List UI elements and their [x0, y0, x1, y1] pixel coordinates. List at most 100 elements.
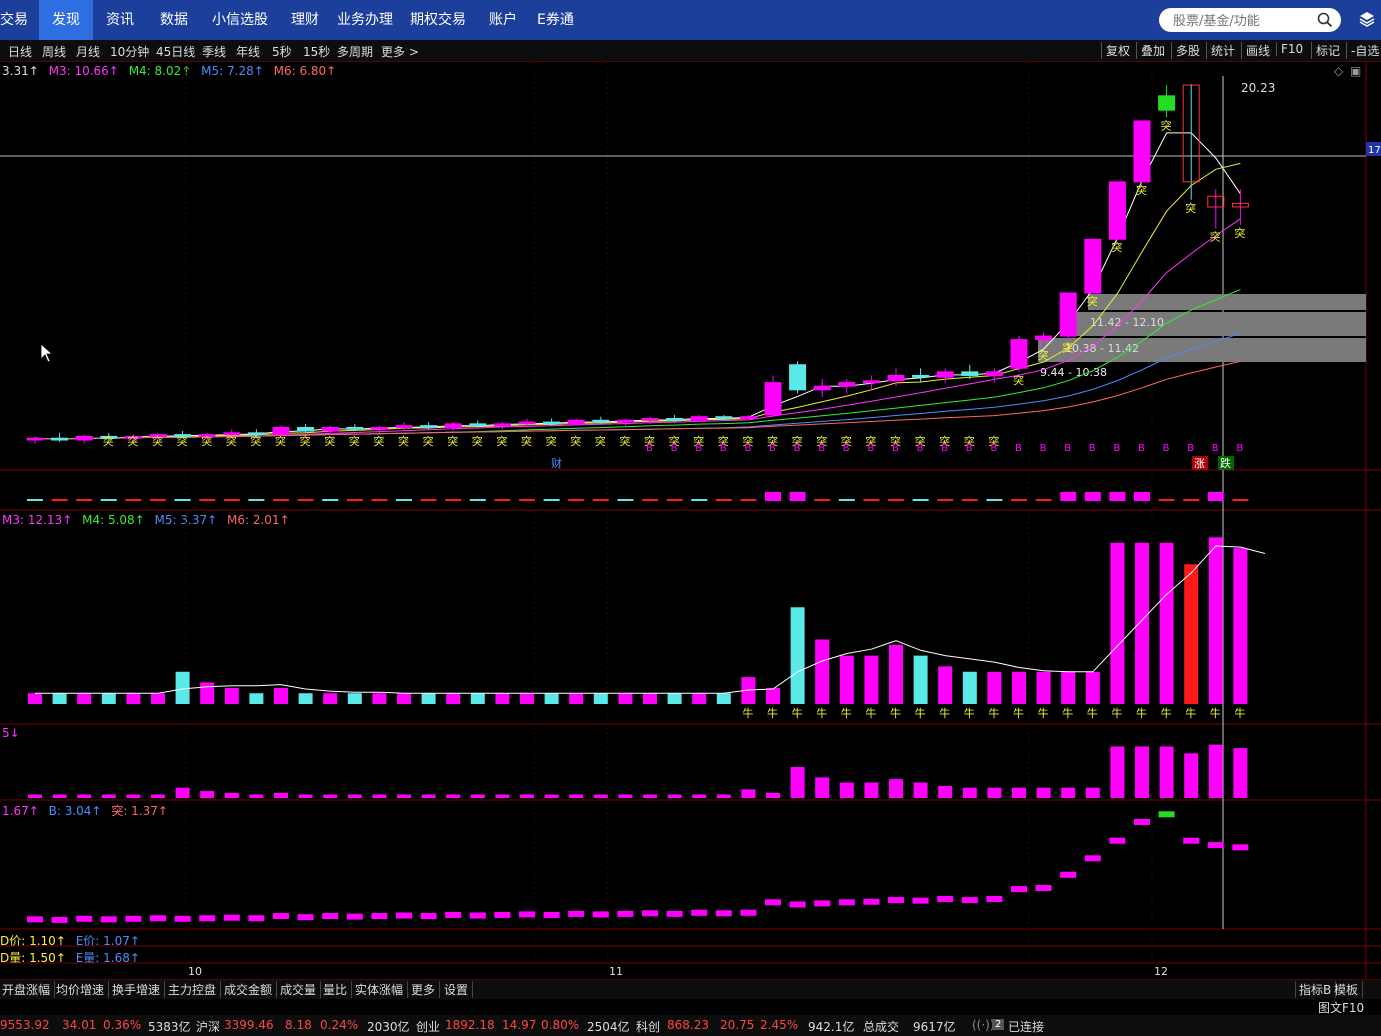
tab-indicator-b[interactable]: 指标B: [1295, 981, 1337, 998]
nav-item-stock-picker[interactable]: 小信选股: [212, 0, 268, 40]
tool-fuquan[interactable]: 复权: [1101, 42, 1130, 59]
volume-bar: [618, 693, 633, 704]
search-icon[interactable]: [1317, 12, 1333, 31]
volume-bar: [224, 687, 239, 704]
zone-band: [1088, 294, 1366, 310]
period-45day[interactable]: 45日线: [156, 43, 195, 60]
strip-mark: [814, 499, 831, 501]
strip-mark: [519, 499, 535, 501]
strip-mark: [371, 499, 388, 501]
b-marker: B: [1089, 443, 1096, 454]
tab-open-change[interactable]: 开盘涨幅: [2, 981, 56, 998]
tab-turnover-speed[interactable]: 换手增速: [112, 981, 166, 998]
b-marker: B: [794, 443, 801, 454]
zhang-marker: 涨: [1194, 457, 1205, 470]
nav-item-account[interactable]: 账户: [489, 0, 517, 40]
volume-bar: [28, 693, 42, 704]
nav-item-news[interactable]: 资讯: [106, 0, 134, 40]
nav-item-discover[interactable]: 发现: [39, 0, 93, 40]
period-more[interactable]: 更多 >: [381, 43, 419, 60]
tuwen-f10-link[interactable]: 图文F10: [1318, 999, 1364, 1016]
strip-mark: [912, 499, 929, 501]
tool-mark[interactable]: 标记: [1311, 42, 1340, 59]
tab-body-change[interactable]: 实体涨幅: [355, 981, 409, 998]
period-quarter[interactable]: 季线: [202, 43, 226, 60]
period-daily[interactable]: 日线: [8, 43, 32, 60]
tool-draw[interactable]: 画线: [1241, 42, 1270, 59]
volume-bar: [1135, 542, 1149, 704]
tool-watchlist[interactable]: -自选: [1346, 42, 1379, 59]
ind2-box: [888, 897, 904, 904]
volume-ma-line: [35, 545, 1266, 694]
nav-item-equan[interactable]: E券通: [537, 0, 574, 40]
strip-mark: [1084, 492, 1101, 501]
search-input[interactable]: [1171, 11, 1315, 31]
ind2-box: [297, 914, 314, 921]
period-multi[interactable]: 多周期: [337, 43, 373, 60]
volume-bar: [470, 693, 485, 704]
period-weekly[interactable]: 周线: [42, 43, 66, 60]
ind1-bar: [298, 794, 313, 798]
strip-mark: [789, 492, 806, 501]
nav-item-business[interactable]: 业务办理: [337, 0, 393, 40]
strip-mark: [592, 499, 609, 501]
strip-mark: [100, 499, 117, 501]
volume-bar: [913, 655, 928, 704]
niu-marker: 牛: [816, 706, 827, 720]
tool-stats[interactable]: 统计: [1206, 42, 1235, 59]
tab-amount[interactable]: 成交金额: [224, 981, 278, 998]
b-marker: B: [892, 443, 899, 454]
ind2-box: [174, 915, 191, 922]
ind2-box: [1011, 886, 1027, 893]
search-box[interactable]: [1159, 8, 1341, 32]
tab-settings[interactable]: 设置: [444, 981, 474, 998]
volume-bar: [790, 607, 805, 704]
strip-mark: [322, 499, 339, 501]
tab-volume[interactable]: 成交量: [280, 981, 322, 998]
ind2-box: [691, 909, 708, 916]
ind2-box: [248, 915, 265, 922]
nav-item-trade[interactable]: 交易: [0, 0, 30, 40]
tu-marker: 突: [1013, 373, 1024, 387]
nav-item-finance[interactable]: 理财: [291, 0, 319, 40]
period-monthly[interactable]: 月线: [76, 43, 100, 60]
strip-mark: [838, 499, 855, 501]
candle-body: [51, 437, 69, 441]
candle-body: [518, 421, 536, 425]
tu-marker: 突: [1161, 118, 1172, 132]
layers-icon[interactable]: [1358, 10, 1376, 31]
tool-multistock[interactable]: 多股: [1171, 42, 1200, 59]
ind2-box: [1134, 819, 1150, 825]
strip-mark: [1134, 492, 1150, 501]
connection-status[interactable]: 已连接: [1008, 1018, 1044, 1035]
ind1-bar: [101, 794, 116, 798]
tab-avg-speed[interactable]: 均价增速: [56, 981, 110, 998]
ind2-box: [642, 910, 658, 917]
strip-mark: [150, 499, 166, 501]
period-5s[interactable]: 5秒: [272, 43, 292, 60]
strip-mark: [1183, 499, 1200, 501]
ind1-bar: [1135, 746, 1149, 798]
tab-more[interactable]: 更多: [411, 981, 441, 998]
ind2-box: [223, 914, 240, 921]
b-marker: B: [695, 443, 702, 454]
volume-bar: [864, 655, 879, 704]
tool-overlay[interactable]: 叠加: [1136, 42, 1165, 59]
volume-bar: [77, 693, 92, 704]
period-15s[interactable]: 15秒: [303, 43, 330, 60]
kc-index: 868.23: [667, 1018, 709, 1032]
tool-f10[interactable]: F10: [1276, 42, 1303, 56]
nav-item-data[interactable]: 数据: [160, 0, 188, 40]
kline-chart[interactable]: 11.42 - 12.10 10.38 - 11.42 9.44 - 10.38…: [0, 62, 1381, 979]
ind1-bar: [126, 794, 141, 798]
b-marker: B: [1064, 443, 1071, 454]
nav-item-options[interactable]: 期权交易: [410, 0, 466, 40]
ind1-bar: [618, 794, 633, 798]
tab-volume-ratio[interactable]: 量比: [323, 981, 353, 998]
ind2-box: [27, 916, 43, 923]
tab-main-control[interactable]: 主力控盘: [168, 981, 222, 998]
period-10min[interactable]: 10分钟: [110, 43, 149, 60]
tab-template[interactable]: 模板: [1334, 981, 1364, 998]
ind1-bar: [962, 787, 977, 798]
period-year[interactable]: 年线: [236, 43, 260, 60]
